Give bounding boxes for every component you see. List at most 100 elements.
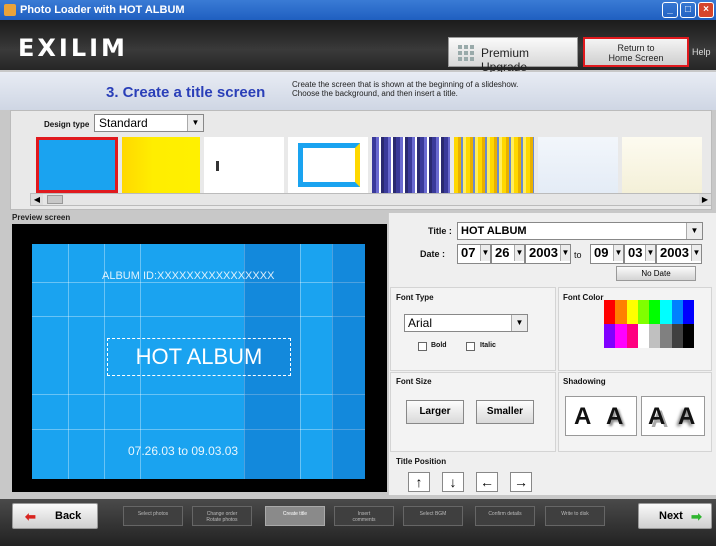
design-thumbnail-stripes-blue[interactable] bbox=[372, 137, 450, 193]
bold-label: Bold bbox=[431, 342, 447, 349]
shadowing-option-2[interactable]: A A bbox=[641, 396, 705, 436]
return-home-label-line2: Home Screen bbox=[608, 53, 664, 63]
step-item-label: Select BGM bbox=[419, 511, 447, 517]
shadow-none-glyph: A bbox=[574, 403, 592, 430]
back-button[interactable]: ⬅ Back bbox=[12, 503, 98, 529]
return-home-label-line1: Return to bbox=[617, 43, 655, 53]
minimize-button[interactable]: _ bbox=[662, 2, 678, 18]
design-thumbnail-stripes-yellow[interactable] bbox=[454, 137, 534, 193]
thumbnail-mark bbox=[216, 161, 219, 171]
return-home-button[interactable]: Return to Home Screen bbox=[583, 37, 689, 67]
font-type-value: Arial bbox=[408, 316, 433, 330]
design-thumbnail-pale-yellow[interactable] bbox=[622, 137, 702, 193]
color-swatch[interactable] bbox=[671, 324, 683, 348]
color-swatch[interactable] bbox=[615, 324, 627, 348]
preview-date-range: 07.26.03 to 09.03.03 bbox=[128, 444, 239, 458]
step-description: Create the screen that is shown at the b… bbox=[292, 80, 592, 98]
color-swatch[interactable] bbox=[682, 324, 694, 348]
date-to-label: to bbox=[574, 250, 582, 260]
design-thumbnail-frame[interactable] bbox=[288, 137, 368, 193]
from-day-value: 26 bbox=[495, 245, 510, 260]
move-left-button[interactable]: ← bbox=[476, 472, 498, 492]
scrollbar-thumb[interactable] bbox=[47, 195, 63, 204]
font-type-select[interactable]: Arial ▼ bbox=[404, 314, 528, 332]
no-date-button[interactable]: No Date bbox=[616, 266, 696, 281]
color-swatch[interactable] bbox=[637, 300, 649, 324]
from-day-select[interactable]: 26 ▼ bbox=[491, 244, 525, 264]
to-year-select[interactable]: 2003 ▼ bbox=[656, 244, 702, 264]
design-thumbnail-yellow[interactable] bbox=[122, 137, 200, 193]
font-color-palette[interactable] bbox=[604, 300, 694, 348]
color-swatch[interactable] bbox=[682, 300, 694, 324]
to-month-select[interactable]: 09 ▼ bbox=[590, 244, 624, 264]
color-swatch[interactable] bbox=[604, 300, 616, 324]
chevron-down-icon: ▼ bbox=[187, 115, 203, 131]
larger-button[interactable]: Larger bbox=[406, 400, 464, 424]
preview-screen-label: Preview screen bbox=[12, 213, 71, 222]
design-type-select[interactable]: Standard ▼ bbox=[94, 114, 204, 132]
next-label: Next bbox=[659, 510, 683, 522]
scroll-left-icon[interactable]: ◀ bbox=[31, 194, 43, 205]
next-arrow-icon: ➡ bbox=[691, 509, 702, 524]
premium-upgrade-button[interactable]: Premium Upgrade bbox=[448, 37, 578, 74]
next-button[interactable]: Next ➡ bbox=[638, 503, 712, 529]
color-swatch[interactable] bbox=[660, 324, 672, 348]
premium-upgrade-label: Premium Upgrade bbox=[481, 46, 530, 74]
move-right-button[interactable]: → bbox=[510, 472, 532, 492]
bold-checkbox[interactable] bbox=[418, 342, 427, 351]
preview-album-id: ALBUM ID:XXXXXXXXXXXXXXXX bbox=[102, 270, 275, 282]
color-swatch[interactable] bbox=[649, 300, 661, 324]
step-item-label: Confirm details bbox=[488, 511, 522, 517]
from-year-select[interactable]: 2003 ▼ bbox=[525, 244, 571, 264]
chevron-down-icon: ▼ bbox=[686, 223, 702, 239]
chevron-down-icon: ▼ bbox=[514, 245, 524, 261]
design-thumbnail-white[interactable] bbox=[204, 137, 284, 193]
from-year-value: 2003 bbox=[529, 245, 558, 260]
title-input[interactable]: HOT ALBUM ▼ bbox=[457, 222, 703, 240]
close-button[interactable]: × bbox=[698, 2, 714, 18]
help-button[interactable]: Help bbox=[692, 47, 711, 57]
move-down-button[interactable]: ↓ bbox=[442, 472, 464, 492]
color-swatch[interactable] bbox=[626, 324, 638, 348]
chevron-down-icon: ▼ bbox=[480, 245, 490, 261]
italic-label: Italic bbox=[480, 342, 496, 349]
to-day-select[interactable]: 03 ▼ bbox=[624, 244, 656, 264]
step-item-label: Select photos bbox=[137, 511, 169, 517]
font-color-label: Font Color bbox=[563, 293, 604, 302]
color-swatch[interactable] bbox=[649, 324, 661, 348]
app-icon bbox=[4, 4, 16, 16]
chevron-down-icon: ▼ bbox=[645, 245, 655, 261]
scroll-right-icon[interactable]: ▶ bbox=[699, 194, 711, 205]
shadow-hard-glyph: A bbox=[648, 403, 666, 430]
color-swatch[interactable] bbox=[637, 324, 649, 348]
back-label: Back bbox=[55, 510, 82, 522]
preview-album-title[interactable]: HOT ALBUM bbox=[107, 338, 291, 376]
chevron-down-icon: ▼ bbox=[613, 245, 623, 261]
color-swatch[interactable] bbox=[626, 300, 638, 324]
design-thumbnail-pale-blue[interactable] bbox=[538, 137, 618, 193]
color-swatch[interactable] bbox=[660, 300, 672, 324]
font-size-label: Font Size bbox=[396, 377, 432, 386]
italic-checkbox[interactable] bbox=[466, 342, 475, 351]
thumbnail-scrollbar[interactable]: ◀ ▶ bbox=[30, 193, 712, 206]
color-swatch[interactable] bbox=[671, 300, 683, 324]
grid-icon bbox=[458, 45, 474, 61]
move-up-button[interactable]: ↑ bbox=[408, 472, 430, 492]
color-swatch[interactable] bbox=[615, 300, 627, 324]
shadowing-option-1[interactable]: A A bbox=[565, 396, 637, 436]
design-type-value: Standard bbox=[99, 116, 148, 130]
design-thumbnail-blue[interactable] bbox=[36, 137, 118, 193]
title-value: HOT ALBUM bbox=[461, 225, 527, 237]
smaller-button[interactable]: Smaller bbox=[476, 400, 534, 424]
step-description-line1: Create the screen that is shown at the b… bbox=[292, 80, 519, 89]
maximize-button[interactable]: □ bbox=[680, 2, 696, 18]
color-swatch[interactable] bbox=[604, 324, 616, 348]
step-title: 3. Create a title screen bbox=[106, 84, 266, 101]
from-month-value: 07 bbox=[461, 245, 476, 260]
from-month-select[interactable]: 07 ▼ bbox=[457, 244, 491, 264]
step-item-sublabel: comments bbox=[352, 517, 376, 523]
design-type-label: Design type bbox=[44, 120, 90, 129]
step-item: Select photos bbox=[123, 506, 183, 526]
chevron-down-icon: ▼ bbox=[511, 315, 527, 331]
step-item-sublabel: Rotate photos bbox=[206, 517, 238, 523]
